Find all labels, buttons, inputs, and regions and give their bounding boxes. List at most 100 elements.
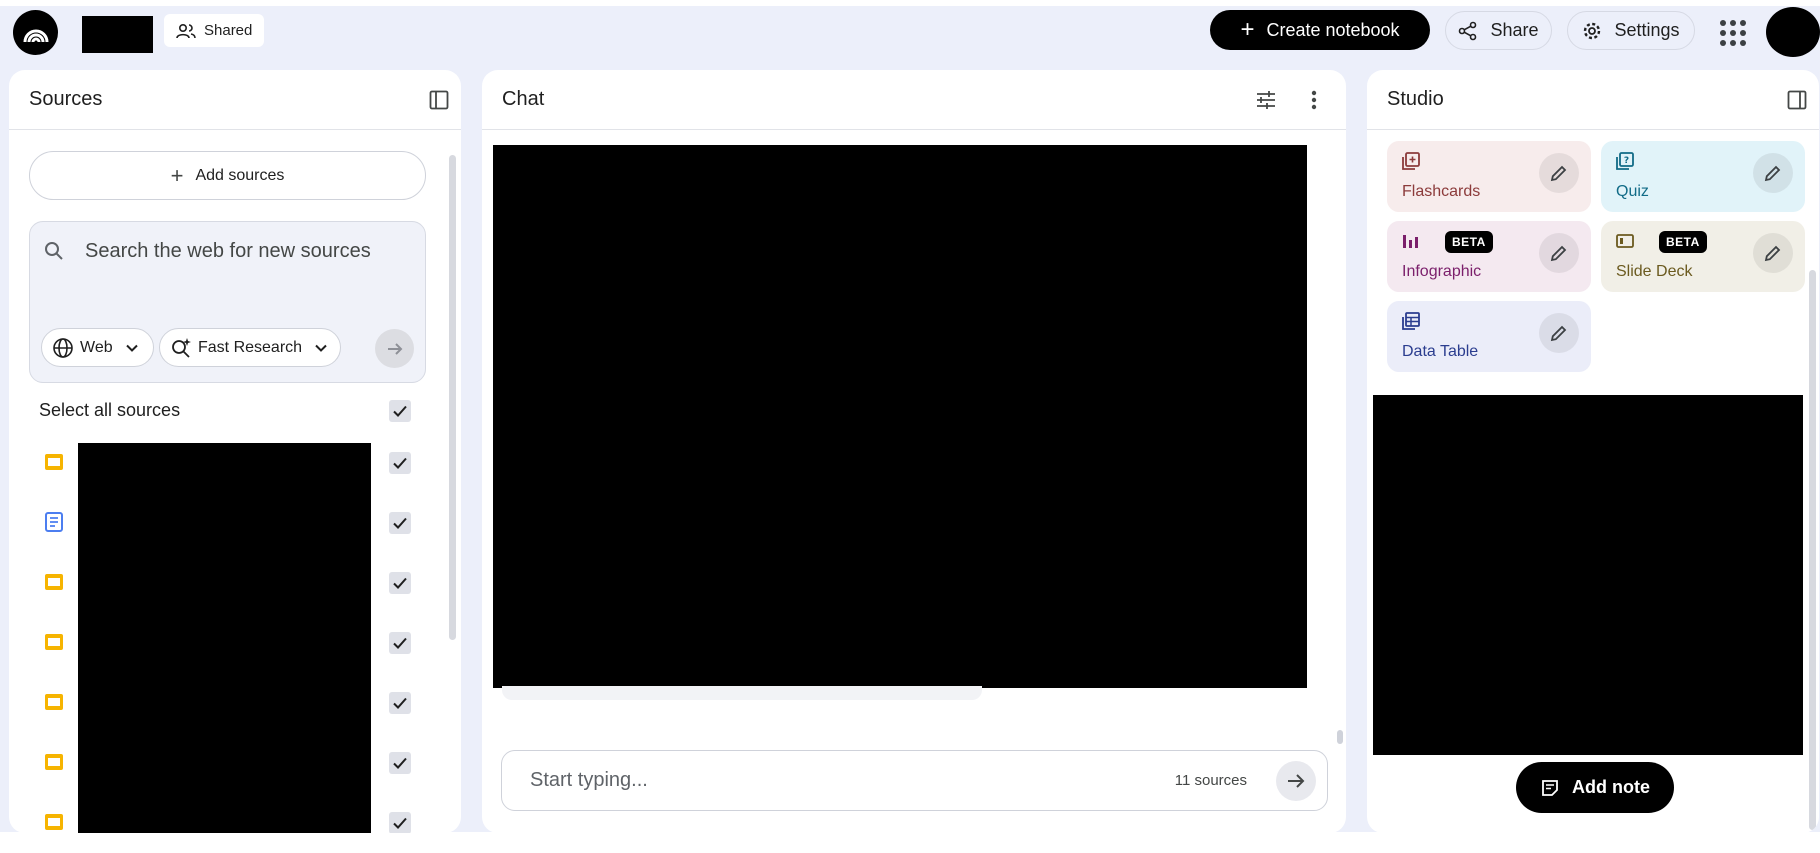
pencil-icon (1550, 245, 1567, 262)
add-sources-button[interactable]: + Add sources (29, 151, 426, 200)
web-source-dropdown[interactable]: Web (41, 328, 154, 367)
logo-icon (23, 29, 48, 42)
apps-grid-icon[interactable] (1720, 20, 1746, 46)
edit-flashcards-button[interactable] (1539, 153, 1579, 193)
plus-icon: + (1240, 16, 1255, 43)
check-icon (393, 757, 407, 769)
source-checkbox[interactable] (389, 512, 411, 534)
check-icon (393, 697, 407, 709)
slides-icon (43, 631, 65, 653)
check-icon (393, 637, 407, 649)
flashcards-icon (1402, 152, 1420, 170)
share-icon (1459, 21, 1477, 40)
flashcards-card[interactable]: Flashcards (1387, 141, 1591, 212)
data-table-icon (1402, 312, 1420, 330)
edit-infographic-button[interactable] (1539, 233, 1579, 273)
quiz-card[interactable]: ? Quiz (1601, 141, 1805, 212)
studio-title: Studio (1387, 88, 1444, 110)
arrow-right-icon (387, 342, 402, 355)
beta-badge: BETA (1445, 231, 1493, 253)
infographic-icon (1403, 235, 1418, 248)
quiz-label: Quiz (1616, 183, 1649, 200)
infographic-card[interactable]: BETA Infographic (1387, 221, 1591, 292)
add-note-button[interactable]: Add note (1516, 762, 1674, 813)
check-icon (393, 457, 407, 469)
send-button[interactable] (1276, 761, 1316, 801)
create-notebook-button[interactable]: + Create notebook (1210, 10, 1430, 50)
source-checkbox[interactable] (389, 632, 411, 654)
more-vert-icon (1311, 90, 1317, 110)
web-search-box: Search the web for new sources Web Fast … (29, 221, 426, 383)
avatar[interactable] (1766, 7, 1820, 57)
plus-icon: + (170, 162, 184, 188)
sources-panel: Sources + Add sources Search the web for… (9, 70, 461, 833)
chevron-down-icon (315, 344, 327, 352)
note-icon (1542, 779, 1558, 796)
source-checkbox[interactable] (389, 812, 411, 833)
arrow-right-icon (1288, 774, 1305, 788)
shared-label: Shared (204, 22, 253, 39)
sources-scrollbar[interactable] (449, 155, 456, 640)
edit-quiz-button[interactable] (1753, 153, 1793, 193)
slide-deck-icon (1616, 234, 1634, 248)
gear-icon (1584, 22, 1601, 39)
source-checkbox[interactable] (389, 572, 411, 594)
studio-scrollbar[interactable] (1809, 270, 1816, 830)
pencil-icon (1764, 245, 1781, 262)
source-count: 11 sources (1174, 772, 1247, 789)
chevron-down-icon (125, 344, 138, 352)
slides-icon (43, 811, 65, 833)
edit-data-table-button[interactable] (1539, 313, 1579, 353)
share-label: Share (1490, 20, 1539, 40)
slide-deck-label: Slide Deck (1616, 263, 1693, 280)
collapse-sources-button[interactable] (427, 88, 451, 112)
add-sources-label: Add sources (195, 166, 285, 184)
share-button[interactable]: Share (1445, 11, 1552, 50)
notebooklm-logo[interactable] (13, 10, 58, 55)
chat-panel: Chat Start typing... 11 sources (482, 70, 1346, 833)
beta-badge: BETA (1659, 231, 1707, 253)
select-all-checkbox[interactable] (389, 400, 411, 422)
studio-header: Studio (1367, 70, 1819, 130)
data-table-card[interactable]: Data Table (1387, 301, 1591, 372)
shared-chip[interactable]: Shared (164, 14, 265, 47)
tune-icon (1257, 91, 1275, 109)
data-table-label: Data Table (1402, 343, 1479, 360)
svg-text:?: ? (1624, 156, 1629, 166)
source-checkbox[interactable] (389, 452, 411, 474)
pencil-icon (1550, 165, 1567, 182)
create-notebook-label: Create notebook (1266, 19, 1400, 40)
source-checkbox[interactable] (389, 692, 411, 714)
search-input[interactable]: Search the web for new sources (85, 240, 371, 263)
chat-conversation-redacted (493, 145, 1307, 688)
chat-title: Chat (502, 88, 545, 110)
infographic-label: Infographic (1402, 263, 1482, 280)
notebook-title-redacted[interactable] (82, 16, 153, 53)
flashcards-label: Flashcards (1402, 183, 1481, 200)
top-bar: Shared + Create notebook Share Settings (0, 6, 1820, 62)
submit-search-button[interactable] (375, 329, 414, 368)
slide-deck-card[interactable]: BETA Slide Deck (1601, 221, 1805, 292)
pencil-icon (1550, 325, 1567, 342)
sources-header: Sources (9, 70, 461, 130)
research-mode-dropdown[interactable]: Fast Research (159, 328, 341, 367)
source-checkbox[interactable] (389, 752, 411, 774)
source-titles-redacted (78, 443, 371, 833)
collapse-studio-button[interactable] (1785, 88, 1809, 112)
search-sparkle-icon (172, 337, 191, 358)
settings-button[interactable]: Settings (1567, 11, 1695, 50)
chat-input-box[interactable]: Start typing... 11 sources (501, 750, 1328, 811)
search-icon (45, 242, 63, 260)
chat-input[interactable]: Start typing... (530, 769, 648, 792)
research-chip-label: Fast Research (198, 338, 303, 356)
document-icon (43, 511, 65, 533)
chat-header: Chat (482, 70, 1346, 130)
side-panel-icon (1787, 90, 1807, 110)
side-panel-icon (429, 90, 449, 110)
chat-more-button[interactable] (1302, 86, 1326, 114)
chat-scrollbar[interactable] (1337, 730, 1343, 744)
edit-slide-deck-button[interactable] (1753, 233, 1793, 273)
chat-settings-button[interactable] (1252, 86, 1280, 114)
settings-label: Settings (1614, 20, 1680, 40)
notes-area-redacted (1373, 395, 1803, 755)
